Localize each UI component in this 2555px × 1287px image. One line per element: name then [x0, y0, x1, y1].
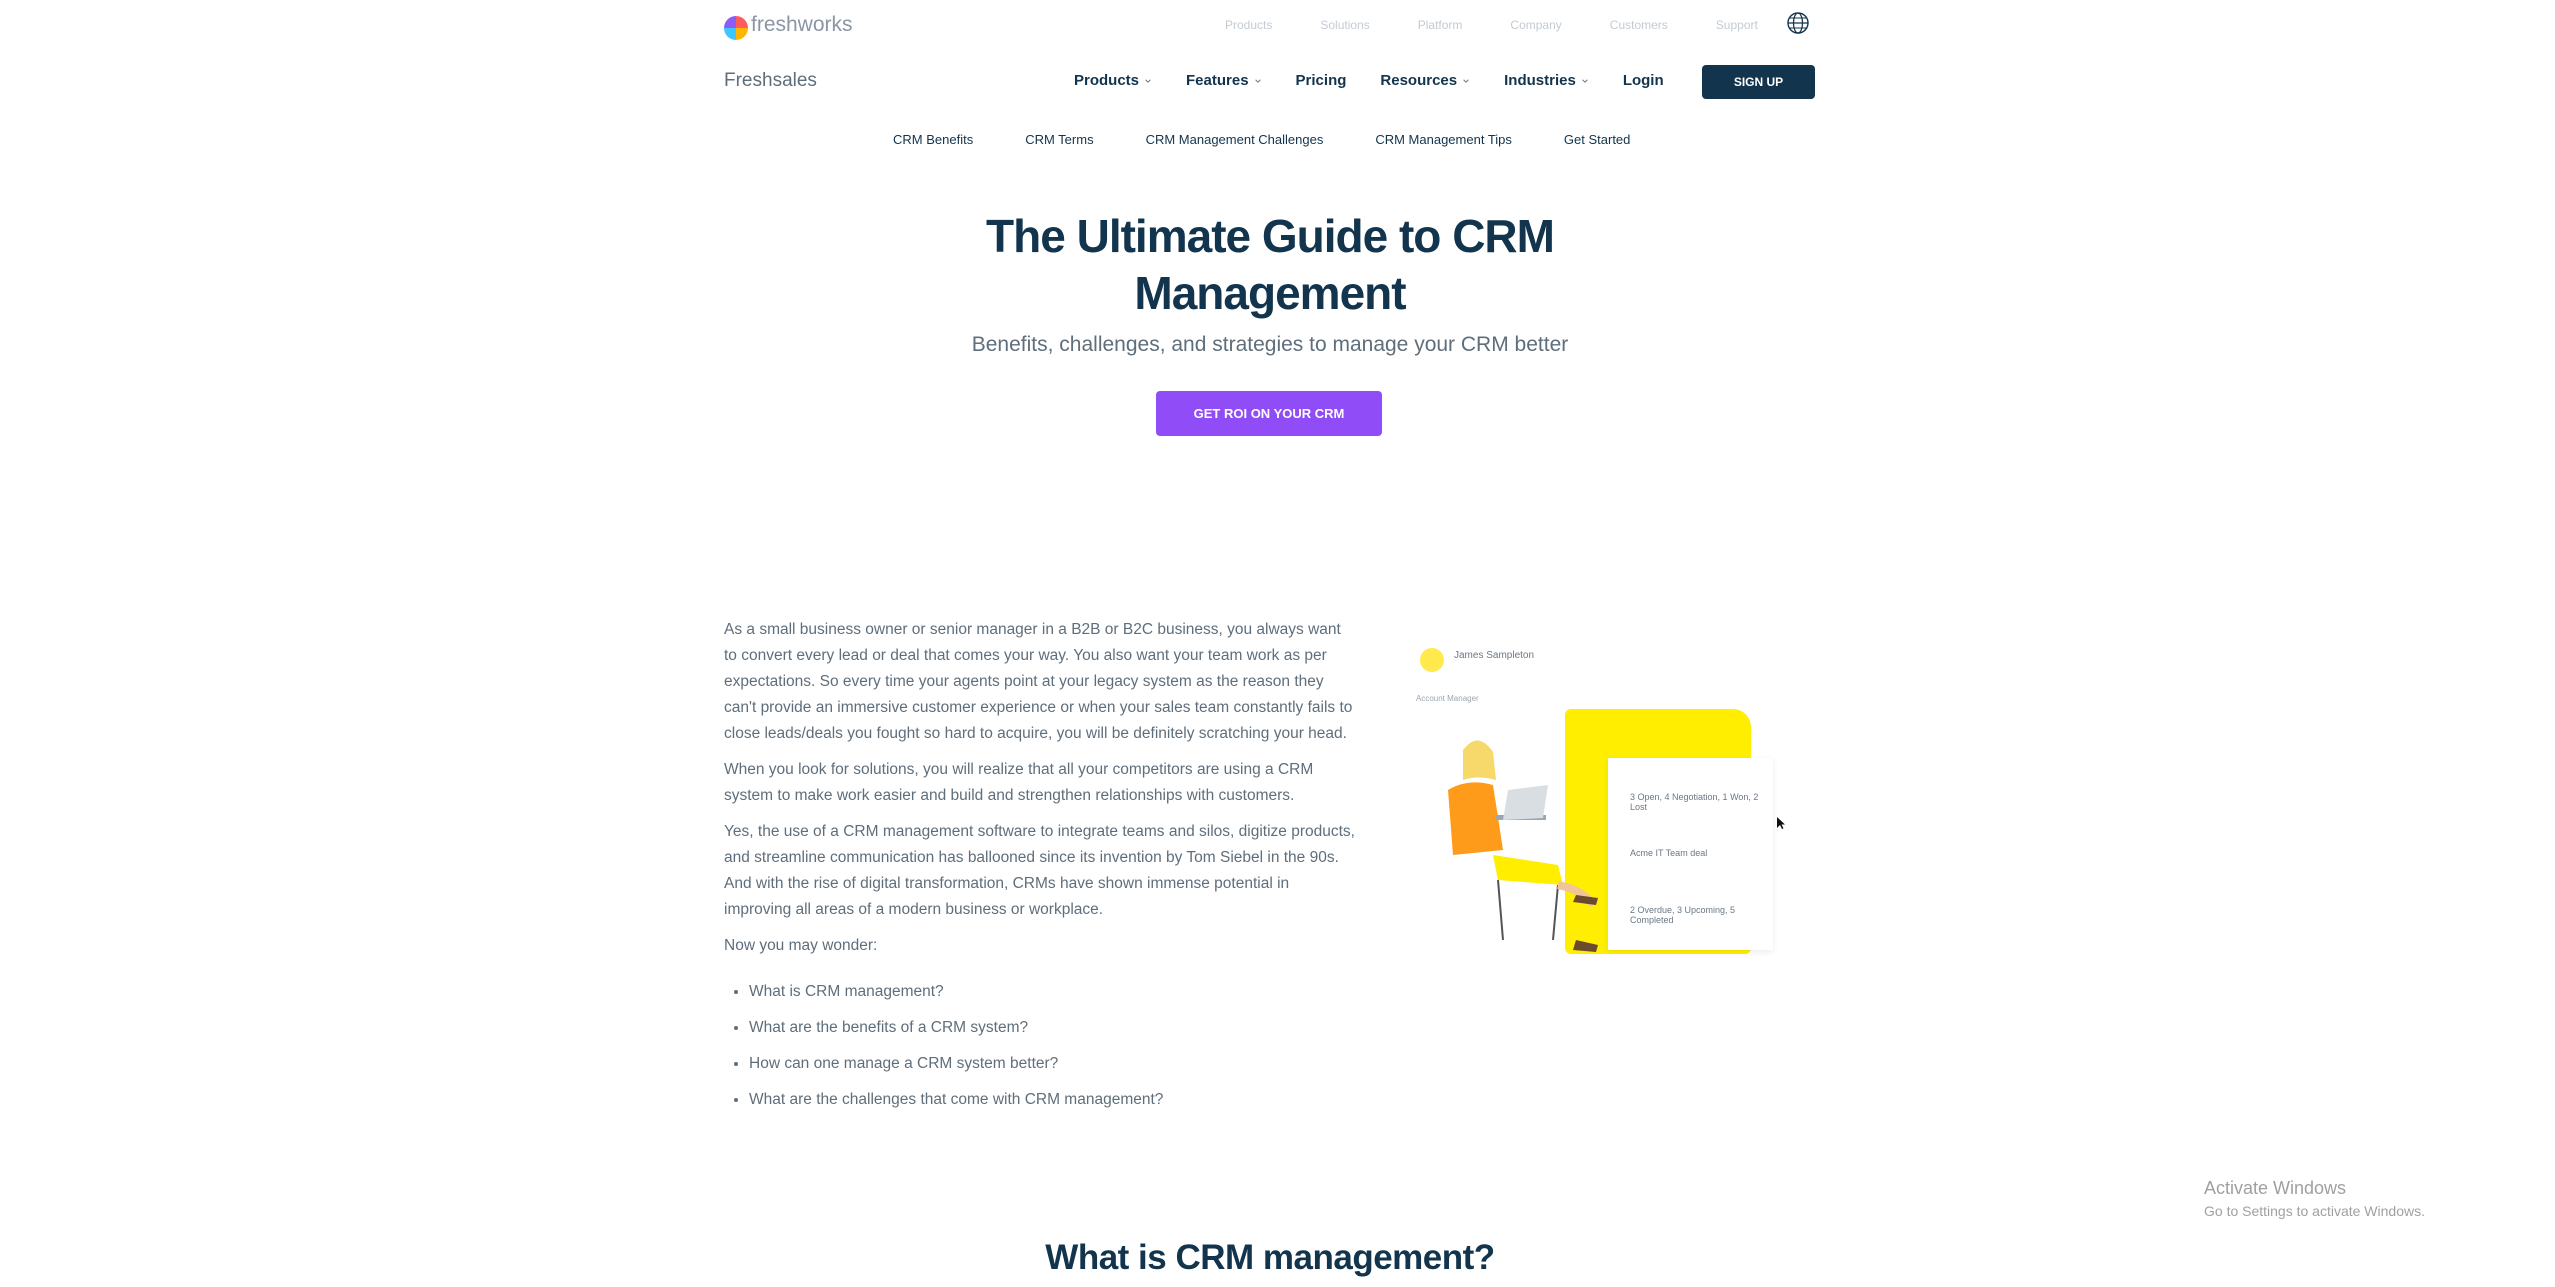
sub-nav-crm-benefits[interactable]: CRM Benefits — [893, 132, 973, 147]
chevron-down-icon — [1145, 78, 1151, 83]
nav-pricing-label: Pricing — [1295, 72, 1347, 89]
nav-pricing[interactable]: Pricing — [1296, 72, 1347, 89]
nav-features-label: Features — [1186, 72, 1249, 89]
get-roi-button[interactable]: GET ROI ON YOUR CRM — [1156, 391, 1382, 436]
utility-nav-customers[interactable]: Customers — [1610, 18, 1668, 32]
chevron-down-icon — [1254, 78, 1261, 83]
question-item: How can one manage a CRM system better? — [749, 1051, 1356, 1077]
sub-nav-crm-challenges[interactable]: CRM Management Challenges — [1146, 132, 1324, 147]
activate-windows-title: Activate Windows — [2204, 1178, 2347, 1198]
intro-paragraph: As a small business owner or senior mana… — [724, 621, 1353, 742]
hero-title-line2: Management — [1134, 267, 1406, 319]
chevron-down-icon — [1582, 78, 1588, 83]
utility-nav-solutions[interactable]: Solutions — [1320, 18, 1369, 32]
nav-resources-label: Resources — [1380, 72, 1458, 89]
sub-nav: CRM Benefits CRM Terms CRM Management Ch… — [893, 132, 1682, 147]
nav-login[interactable]: Login — [1623, 72, 1664, 89]
intro-paragraph: Yes, the use of a CRM management softwar… — [724, 823, 1355, 918]
brand-name: freshworks — [751, 13, 853, 36]
person-with-laptop-illustration — [1448, 740, 1598, 952]
nav-login-label: Login — [1622, 72, 1664, 89]
nav-features[interactable]: Features — [1186, 72, 1262, 89]
utility-nav: Products Solutions Platform Company Cust… — [1225, 18, 1806, 32]
hero-subtitle: Benefits, challenges, and strategies to … — [971, 333, 1569, 356]
product-name[interactable]: Freshsales — [724, 70, 817, 92]
utility-nav-company[interactable]: Company — [1510, 18, 1561, 32]
signup-button[interactable]: SIGN UP — [1702, 65, 1815, 99]
intro-paragraph: When you look for solutions, you will re… — [724, 761, 1314, 804]
nav-products-label: Products — [1074, 72, 1140, 89]
nav-products[interactable]: Products — [1074, 72, 1152, 89]
freshworks-logo-icon — [724, 16, 748, 40]
sub-nav-get-started[interactable]: Get Started — [1564, 132, 1630, 147]
nav-resources[interactable]: Resources — [1380, 72, 1470, 89]
sub-nav-crm-tips[interactable]: CRM Management Tips — [1375, 132, 1512, 147]
intro-paragraph: Now you may wonder: — [724, 937, 878, 954]
nav-industries[interactable]: Industries — [1504, 72, 1589, 89]
utility-nav-platform[interactable]: Platform — [1418, 18, 1463, 32]
sub-nav-crm-terms[interactable]: CRM Terms — [1025, 132, 1093, 147]
chevron-down-icon — [1463, 78, 1469, 83]
question-list: What is CRM management? What are the ben… — [724, 979, 1356, 1113]
freshworks-logo[interactable]: freshworks — [724, 10, 853, 40]
section-title: What is CRM management? — [1045, 1238, 1495, 1277]
question-item: What are the challenges that come with C… — [749, 1087, 1356, 1113]
hero-title-line1: The Ultimate Guide to CRM — [986, 210, 1555, 262]
hero-title: The Ultimate Guide to CRM Management — [900, 208, 1640, 322]
activate-windows-subtitle: Go to Settings to activate Windows. — [2204, 1203, 2425, 1219]
main-nav: Products Features Pricing Resources Indu… — [1074, 72, 1698, 89]
intro-body: As a small business owner or senior mana… — [724, 617, 1356, 1123]
cursor-icon — [1777, 817, 1785, 829]
nav-industries-label: Industries — [1504, 72, 1576, 89]
question-item: What is CRM management? — [749, 979, 1356, 1005]
globe-icon[interactable] — [1786, 11, 1810, 35]
utility-nav-products[interactable]: Products — [1225, 18, 1272, 32]
utility-nav-support[interactable]: Support — [1716, 18, 1758, 32]
question-item: What are the benefits of a CRM system? — [749, 1015, 1356, 1041]
